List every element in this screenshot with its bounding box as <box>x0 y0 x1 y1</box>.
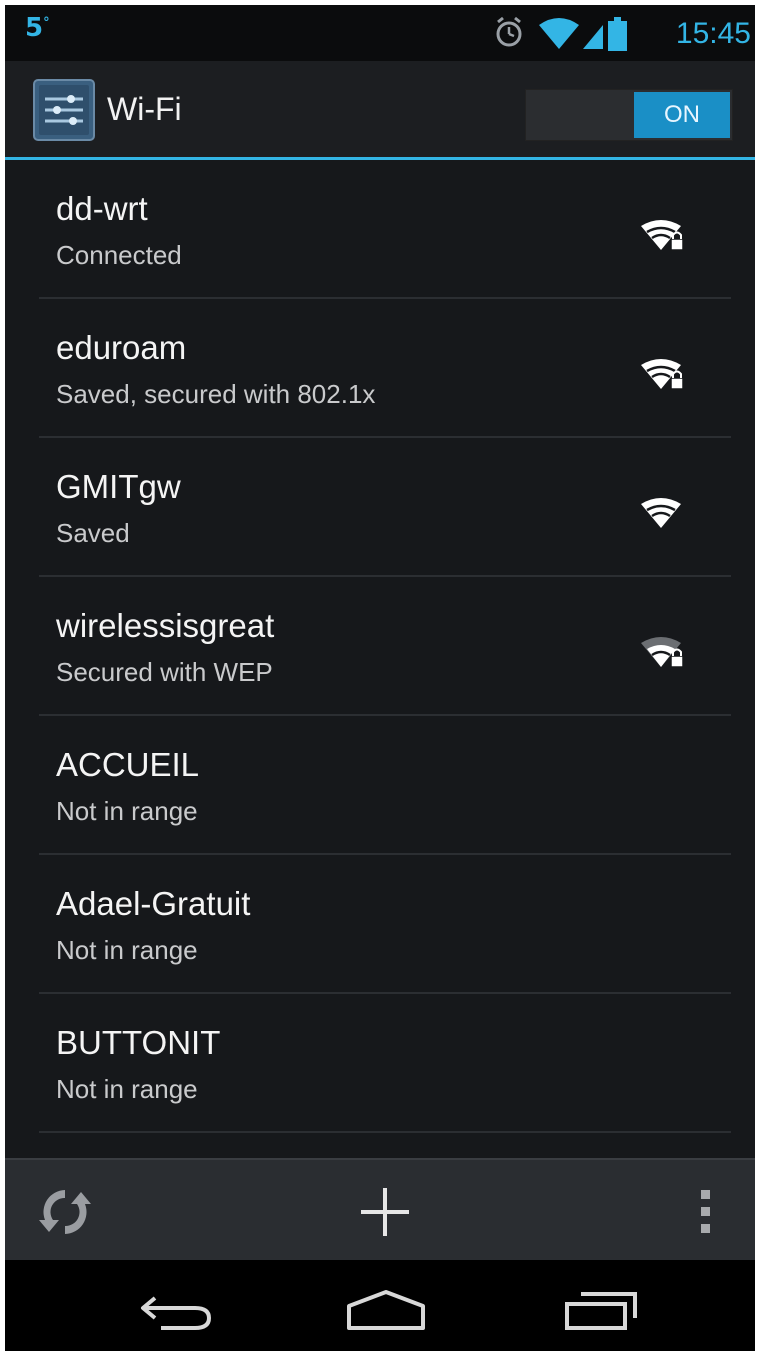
overflow-menu-icon[interactable] <box>675 1182 735 1242</box>
back-icon[interactable] <box>133 1286 223 1334</box>
status-time: 15:45 <box>675 17 751 50</box>
battery-icon <box>608 17 627 51</box>
navigation-bar <box>5 1260 755 1351</box>
network-status: Connected <box>56 240 182 270</box>
status-notification: 5° <box>25 13 50 43</box>
network-name: dd-wrt <box>56 190 148 227</box>
network-status: Not in range <box>56 1074 198 1104</box>
action-bar: Wi-Fi ON <box>5 61 755 160</box>
list-item[interactable]: BUTTONIT Not in range <box>39 994 731 1133</box>
list-item[interactable]: eduroam Saved, secured with 802.1x <box>39 299 731 438</box>
wifi-locked-icon <box>641 220 684 251</box>
wifi-toggle[interactable]: ON <box>525 89 733 141</box>
network-status: Saved <box>56 518 130 548</box>
wifi-locked-icon <box>641 637 684 668</box>
bottom-action-bar <box>5 1158 755 1262</box>
network-name: eduroam <box>56 329 187 366</box>
wifi-locked-icon <box>641 359 684 390</box>
settings-sliders-icon[interactable] <box>33 79 95 141</box>
recent-apps-icon[interactable] <box>557 1286 647 1334</box>
network-list: dd-wrt Connected eduroam Saved, secured … <box>5 160 755 1133</box>
alarm-icon <box>496 16 522 47</box>
phone-screen: 5° 15:45 Wi-Fi ON dd-wrt Connected eduro… <box>5 5 755 1351</box>
status-icons: 15:45 <box>495 11 755 55</box>
plus-icon[interactable] <box>355 1182 415 1242</box>
network-status: Saved, secured with 802.1x <box>56 379 376 409</box>
wifi-toggle-on-label[interactable]: ON <box>634 92 730 138</box>
status-notification-label: 5 <box>25 13 44 43</box>
list-item[interactable]: Adael-Gratuit Not in range <box>39 855 731 994</box>
list-item[interactable]: wirelessisgreat Secured with WEP <box>39 577 731 716</box>
list-item[interactable]: ACCUEIL Not in range <box>39 716 731 855</box>
network-name: Adael-Gratuit <box>56 885 251 922</box>
network-name: wirelessisgreat <box>56 607 275 644</box>
refresh-icon[interactable] <box>35 1182 95 1242</box>
page-title: Wi-Fi <box>107 91 182 127</box>
list-item[interactable]: dd-wrt Connected <box>39 160 731 299</box>
status-notification-degree: ° <box>43 15 50 31</box>
network-name: GMITgw <box>56 468 181 505</box>
network-status: Not in range <box>56 935 198 965</box>
wifi-icon <box>641 498 681 528</box>
home-icon[interactable] <box>341 1286 431 1334</box>
network-status: Secured with WEP <box>56 657 273 687</box>
cell-signal-icon <box>583 25 603 49</box>
network-name: BUTTONIT <box>56 1024 221 1061</box>
list-item[interactable]: GMITgw Saved <box>39 438 731 577</box>
network-status: Not in range <box>56 796 198 826</box>
network-name: ACCUEIL <box>56 746 200 783</box>
wifi-status-icon <box>539 18 579 49</box>
status-bar: 5° 15:45 <box>5 5 755 61</box>
